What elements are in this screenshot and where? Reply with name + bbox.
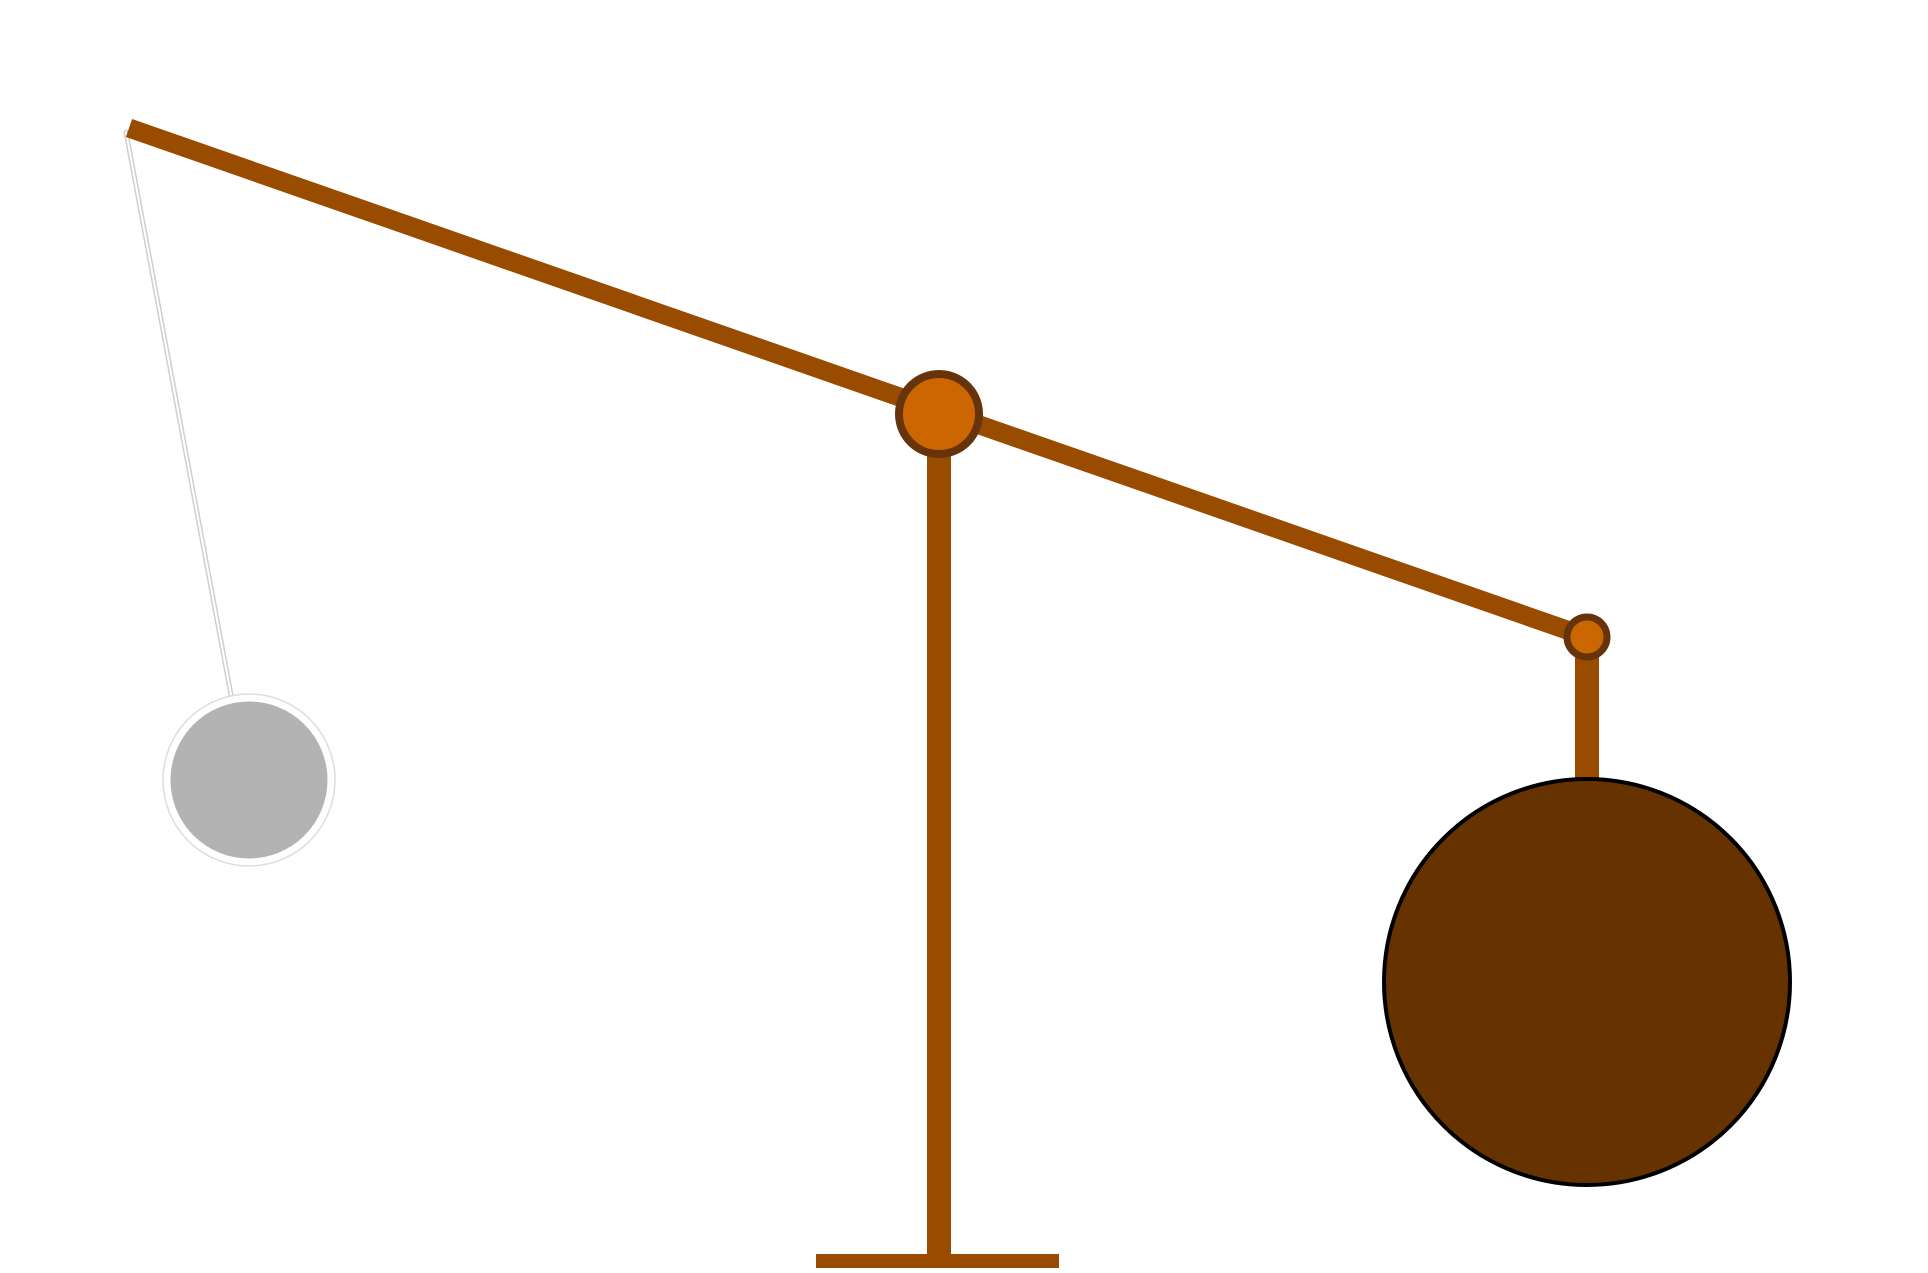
counterweight-icon[interactable] [1382,777,1792,1187]
pendulum-bob-icon[interactable] [163,694,335,866]
trebuchet-svg [0,0,1928,1273]
counterweight-hanger [1575,645,1599,783]
pivot-joint-icon[interactable] [895,370,983,458]
support-post [927,412,951,1258]
end-joint-icon[interactable] [1563,613,1611,661]
trebuchet-diagram [0,0,1928,1273]
